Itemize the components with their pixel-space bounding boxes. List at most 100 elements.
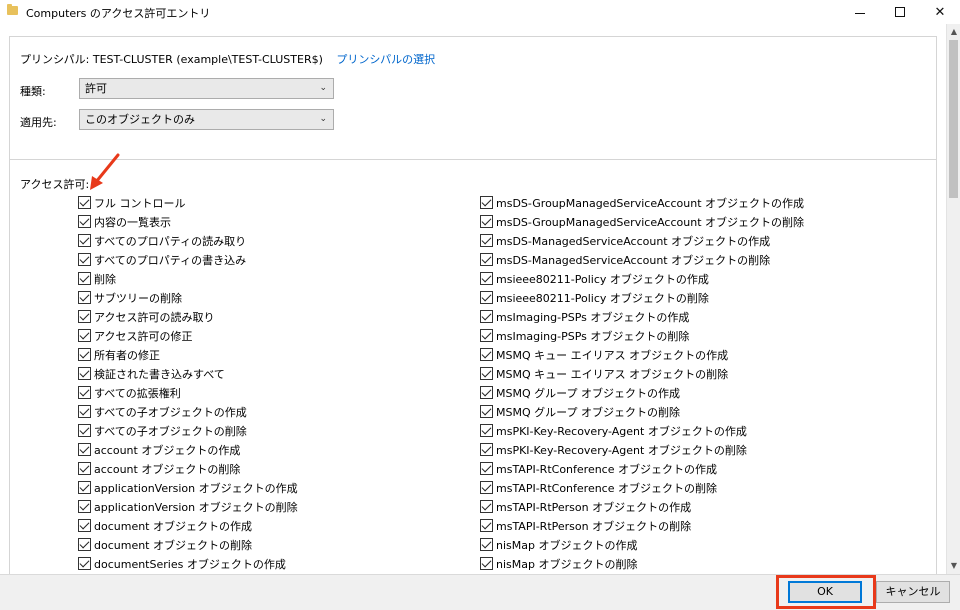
permission-checkbox[interactable]	[480, 291, 493, 304]
permission-label: applicationVersion オブジェクトの削除	[94, 500, 298, 514]
permission-checkbox[interactable]	[480, 367, 493, 380]
permission-checkbox[interactable]	[78, 424, 91, 437]
permission-checkbox[interactable]	[78, 405, 91, 418]
permission-checkbox[interactable]	[78, 481, 91, 494]
permission-label: msDS-ManagedServiceAccount オブジェクトの削除	[496, 253, 771, 267]
permission-checkbox[interactable]	[78, 500, 91, 513]
permission-item: 検証された書き込みすべて	[78, 364, 298, 383]
vertical-scrollbar[interactable]: ▲ ▼	[946, 24, 960, 574]
permission-checkbox[interactable]	[480, 253, 493, 266]
permission-checkbox[interactable]	[480, 405, 493, 418]
permission-item: document オブジェクトの削除	[78, 535, 298, 554]
permission-label: msTAPI-RtPerson オブジェクトの削除	[496, 519, 692, 533]
permission-item: nisMap オブジェクトの作成	[480, 535, 804, 554]
permission-label: アクセス許可の修正	[94, 329, 193, 343]
permission-checkbox[interactable]	[78, 272, 91, 285]
applies-to-select[interactable]: このオブジェクトのみ ⌄	[79, 109, 334, 130]
permission-label: MSMQ キュー エイリアス オブジェクトの作成	[496, 348, 729, 362]
permission-label: msImaging-PSPs オブジェクトの作成	[496, 310, 690, 324]
permission-item: msImaging-PSPs オブジェクトの作成	[480, 307, 804, 326]
permission-item: サブツリーの削除	[78, 288, 298, 307]
minimize-button[interactable]	[842, 0, 878, 24]
permission-checkbox[interactable]	[78, 310, 91, 323]
permission-checkbox[interactable]	[78, 215, 91, 228]
permissions-left-column: フル コントロール 内容の一覧表示 すべてのプロパティの読み取り すべてのプロパティの…	[78, 193, 298, 573]
permission-checkbox[interactable]	[78, 291, 91, 304]
permission-checkbox[interactable]	[78, 329, 91, 342]
permission-item: msPKI-Key-Recovery-Agent オブジェクトの作成	[480, 421, 804, 440]
permission-item: account オブジェクトの作成	[78, 440, 298, 459]
permission-checkbox[interactable]	[480, 329, 493, 342]
chevron-down-icon: ⌄	[319, 114, 327, 124]
permission-checkbox[interactable]	[480, 443, 493, 456]
permission-checkbox[interactable]	[480, 215, 493, 228]
permission-label: MSMQ キュー エイリアス オブジェクトの削除	[496, 367, 729, 381]
permission-item: nisMap オブジェクトの削除	[480, 554, 804, 573]
permission-label: 削除	[94, 272, 116, 286]
permission-item: msImaging-PSPs オブジェクトの削除	[480, 326, 804, 345]
close-button[interactable]: ✕	[922, 0, 958, 24]
permission-checkbox[interactable]	[78, 519, 91, 532]
principal-value: TEST-CLUSTER (example\TEST-CLUSTER$)	[92, 53, 323, 66]
permission-checkbox[interactable]	[480, 234, 493, 247]
permission-label: msDS-ManagedServiceAccount オブジェクトの作成	[496, 234, 771, 248]
permission-item: msTAPI-RtPerson オブジェクトの作成	[480, 497, 804, 516]
permission-item: msDS-GroupManagedServiceAccount オブジェクトの削…	[480, 212, 804, 231]
permission-label: 内容の一覧表示	[94, 215, 171, 229]
permission-label: フル コントロール	[94, 196, 186, 210]
applies-to-select-value: このオブジェクトのみ	[85, 113, 195, 126]
permission-checkbox[interactable]	[78, 443, 91, 456]
permission-checkbox[interactable]	[480, 424, 493, 437]
permission-item: msTAPI-RtPerson オブジェクトの削除	[480, 516, 804, 535]
permissions-right-column: msDS-GroupManagedServiceAccount オブジェクトの作…	[480, 193, 804, 573]
permission-checkbox[interactable]	[480, 481, 493, 494]
permission-checkbox[interactable]	[78, 538, 91, 551]
permission-checkbox[interactable]	[480, 500, 493, 513]
permission-label: msPKI-Key-Recovery-Agent オブジェクトの作成	[496, 424, 747, 438]
permission-label: msTAPI-RtPerson オブジェクトの作成	[496, 500, 692, 514]
permission-label: documentSeries オブジェクトの作成	[94, 557, 286, 571]
maximize-button[interactable]	[882, 0, 918, 24]
scroll-down-icon[interactable]: ▼	[949, 561, 959, 571]
permission-item: すべての子オブジェクトの作成	[78, 402, 298, 421]
permission-checkbox[interactable]	[78, 196, 91, 209]
scroll-up-icon[interactable]: ▲	[949, 27, 959, 37]
permission-checkbox[interactable]	[480, 348, 493, 361]
cancel-button[interactable]: キャンセル	[876, 581, 950, 603]
permission-label: msPKI-Key-Recovery-Agent オブジェクトの削除	[496, 443, 747, 457]
permission-checkbox[interactable]	[78, 348, 91, 361]
permission-item: applicationVersion オブジェクトの削除	[78, 497, 298, 516]
permission-item: アクセス許可の修正	[78, 326, 298, 345]
permission-item: account オブジェクトの削除	[78, 459, 298, 478]
ok-button[interactable]: OK	[788, 581, 862, 603]
permission-checkbox[interactable]	[78, 386, 91, 399]
select-principal-link[interactable]: プリンシパルの選択	[336, 53, 435, 66]
permission-checkbox[interactable]	[480, 519, 493, 532]
permission-label: すべての子オブジェクトの削除	[94, 424, 247, 438]
window-title: Computers のアクセス許可エントリ	[26, 7, 211, 20]
permission-label: msieee80211-Policy オブジェクトの作成	[496, 272, 709, 286]
permission-label: 所有者の修正	[94, 348, 160, 362]
permission-checkbox[interactable]	[78, 234, 91, 247]
permission-checkbox[interactable]	[78, 462, 91, 475]
permission-item: msTAPI-RtConference オブジェクトの作成	[480, 459, 804, 478]
permissions-group: アクセス許可: フル コントロール 内容の一覧表示 すべてのプロパティの読み取り すべ…	[9, 159, 937, 589]
scroll-thumb[interactable]	[949, 40, 958, 198]
permission-item: msieee80211-Policy オブジェクトの削除	[480, 288, 804, 307]
permission-item: msTAPI-RtConference オブジェクトの削除	[480, 478, 804, 497]
permission-checkbox[interactable]	[480, 272, 493, 285]
permission-label: nisMap オブジェクトの削除	[496, 557, 638, 571]
permission-item: msDS-ManagedServiceAccount オブジェクトの削除	[480, 250, 804, 269]
permission-checkbox[interactable]	[480, 538, 493, 551]
permission-checkbox[interactable]	[480, 196, 493, 209]
permission-checkbox[interactable]	[480, 557, 493, 570]
permission-checkbox[interactable]	[480, 386, 493, 399]
permission-checkbox[interactable]	[480, 462, 493, 475]
permissions-label: アクセス許可:	[20, 178, 90, 191]
permission-checkbox[interactable]	[78, 367, 91, 380]
permission-checkbox[interactable]	[480, 310, 493, 323]
permission-checkbox[interactable]	[78, 253, 91, 266]
permission-checkbox[interactable]	[78, 557, 91, 570]
permission-label: msImaging-PSPs オブジェクトの削除	[496, 329, 690, 343]
type-select[interactable]: 許可 ⌄	[79, 78, 334, 99]
